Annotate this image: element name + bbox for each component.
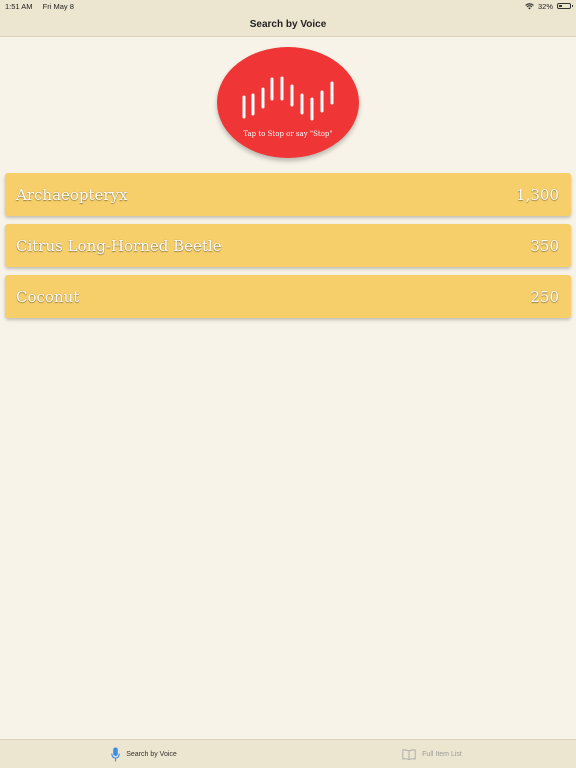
status-bar: 1:51 AM Fri May 8 32% <box>0 0 576 12</box>
voice-stop-button[interactable]: Tap to Stop or say "Stop" <box>217 47 359 158</box>
status-date: Fri May 8 <box>42 1 74 11</box>
status-left: 1:51 AM Fri May 8 <box>5 2 82 11</box>
tab-bar: Search by Voice Full Item List <box>0 739 576 768</box>
result-value: 250 <box>530 287 559 306</box>
result-value: 1,300 <box>516 185 559 204</box>
page-title: Search by Voice <box>249 18 327 30</box>
battery-icon <box>557 3 573 9</box>
tab-full-item-list[interactable]: Full Item List <box>288 740 576 768</box>
wifi-icon <box>525 2 534 9</box>
book-icon <box>402 748 416 760</box>
battery-percent: 32% <box>537 1 553 11</box>
tab-search-by-voice[interactable]: Search by Voice <box>0 740 288 768</box>
tab-label: Search by Voice <box>126 750 177 758</box>
sound-wave-icon <box>242 76 334 121</box>
status-time: 1:51 AM <box>5 1 33 11</box>
result-name: Archaeopteryx <box>16 185 128 204</box>
result-list: Archaeopteryx 1,300 Citrus Long-Horned B… <box>5 173 571 326</box>
battery-fill <box>559 5 563 7</box>
result-row[interactable]: Coconut 250 <box>5 275 571 318</box>
result-row[interactable]: Archaeopteryx 1,300 <box>5 173 571 216</box>
tab-label: Full Item List <box>422 750 462 758</box>
navigation-bar: Search by Voice <box>0 12 576 37</box>
status-right: 32% <box>525 1 573 11</box>
result-value: 350 <box>530 236 559 255</box>
result-name: Coconut <box>16 287 80 306</box>
microphone-icon <box>111 747 120 761</box>
voice-hint-text: Tap to Stop or say "Stop" <box>243 130 333 138</box>
result-name: Citrus Long-Horned Beetle <box>16 236 222 255</box>
result-row[interactable]: Citrus Long-Horned Beetle 350 <box>5 224 571 267</box>
